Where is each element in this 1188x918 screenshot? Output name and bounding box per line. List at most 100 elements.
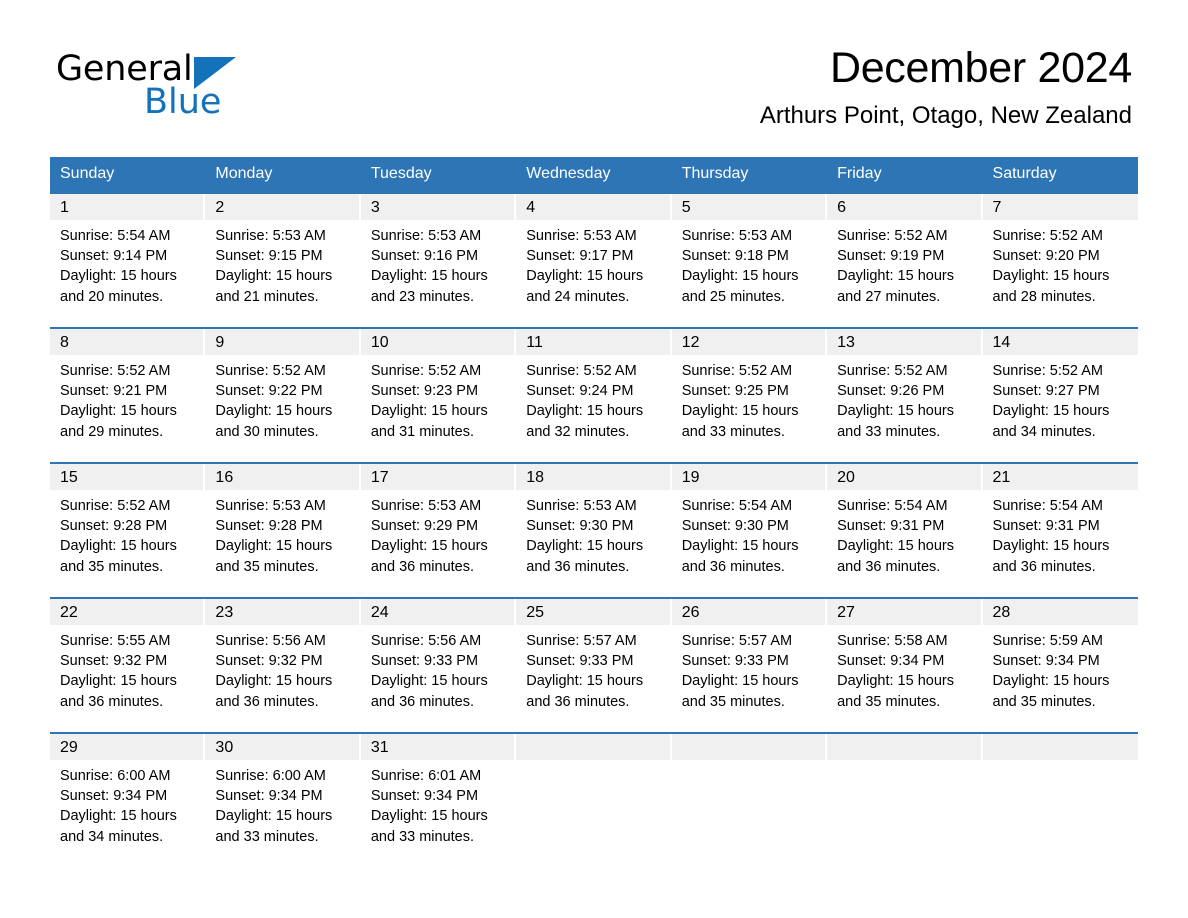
daylight-text-line2: and 36 minutes. <box>370 693 475 710</box>
day-cell[interactable]: 21 Sunrise: 5:54 AM Sunset: 9:31 PM Dayl… <box>982 462 1138 598</box>
sunset-text: Sunset: 9:21 PM <box>60 383 168 400</box>
day-cell[interactable]: 24 Sunrise: 5:56 AM Sunset: 9:33 PM Dayl… <box>360 597 517 733</box>
day-cell[interactable]: 20 Sunrise: 5:54 AM Sunset: 9:31 PM Dayl… <box>827 462 983 598</box>
day-details: Sunrise: 5:53 AM Sunset: 9:17 PM Dayligh… <box>516 220 671 307</box>
sunrise-text: Sunrise: 5:52 AM <box>837 228 948 244</box>
sunrise-text: Sunrise: 5:53 AM <box>215 228 326 244</box>
daylight-text-line2: and 36 minutes. <box>526 693 630 710</box>
sunset-text: Sunset: 9:34 PM <box>837 653 945 670</box>
day-cell[interactable]: 7 Sunrise: 5:52 AM Sunset: 9:20 PM Dayli… <box>982 192 1138 328</box>
sunset-text: Sunset: 9:22 PM <box>215 383 323 400</box>
sunrise-text: Sunrise: 5:59 AM <box>992 633 1103 649</box>
day-cell[interactable]: 29 Sunrise: 6:00 AM Sunset: 9:34 PM Dayl… <box>50 732 206 867</box>
day-number: 17 <box>360 464 517 490</box>
day-details: Sunrise: 6:01 AM Sunset: 9:34 PM Dayligh… <box>361 760 516 847</box>
sunset-text: Sunset: 9:27 PM <box>992 383 1100 400</box>
day-cell[interactable]: 9 Sunrise: 5:52 AM Sunset: 9:22 PM Dayli… <box>205 327 361 463</box>
day-number: 15 <box>50 464 206 490</box>
daylight-text-line2: and 33 minutes. <box>837 423 941 440</box>
daylight-text-line1: Daylight: 15 hours <box>837 673 954 690</box>
day-number: 9 <box>205 329 361 355</box>
day-number <box>982 734 1138 760</box>
daylight-text-line1: Daylight: 15 hours <box>837 538 954 555</box>
page-title: December 2024 <box>829 44 1132 92</box>
day-cell[interactable]: 12 Sunrise: 5:52 AM Sunset: 9:25 PM Dayl… <box>671 327 828 463</box>
daylight-text-line1: Daylight: 15 hours <box>60 538 177 555</box>
day-number: 1 <box>50 194 206 220</box>
day-cell[interactable]: 23 Sunrise: 5:56 AM Sunset: 9:32 PM Dayl… <box>205 597 361 733</box>
day-number: 21 <box>982 464 1138 490</box>
daylight-text-line1: Daylight: 15 hours <box>681 538 799 555</box>
day-cell[interactable]: 19 Sunrise: 5:54 AM Sunset: 9:30 PM Dayl… <box>671 462 828 598</box>
day-details: Sunrise: 5:53 AM Sunset: 9:30 PM Dayligh… <box>516 490 671 577</box>
sunset-text: Sunset: 9:26 PM <box>837 383 945 400</box>
page-subtitle: Arthurs Point, Otago, New Zealand <box>759 102 1132 130</box>
day-number: 22 <box>50 599 206 625</box>
day-cell[interactable]: 22 Sunrise: 5:55 AM Sunset: 9:32 PM Dayl… <box>50 597 206 733</box>
day-cell[interactable]: 11 Sunrise: 5:52 AM Sunset: 9:24 PM Dayl… <box>516 327 672 463</box>
sunrise-text: Sunrise: 5:52 AM <box>60 498 171 514</box>
sunset-text: Sunset: 9:34 PM <box>60 788 168 805</box>
daylight-text-line2: and 24 minutes. <box>526 288 630 305</box>
day-cell[interactable]: 25 Sunrise: 5:57 AM Sunset: 9:33 PM Dayl… <box>516 597 672 733</box>
sunrise-text: Sunrise: 6:00 AM <box>215 768 326 784</box>
sunrise-text: Sunrise: 6:00 AM <box>60 768 171 784</box>
day-cell[interactable]: 18 Sunrise: 5:53 AM Sunset: 9:30 PM Dayl… <box>516 462 672 598</box>
daylight-text-line2: and 36 minutes. <box>215 693 319 710</box>
day-cell[interactable]: 30 Sunrise: 6:00 AM Sunset: 9:34 PM Dayl… <box>205 732 361 867</box>
weekday-header-wednesday: Wednesday <box>516 157 672 193</box>
day-cell[interactable]: 10 Sunrise: 5:52 AM Sunset: 9:23 PM Dayl… <box>360 327 517 463</box>
day-cell[interactable]: 26 Sunrise: 5:57 AM Sunset: 9:33 PM Dayl… <box>671 597 828 733</box>
daylight-text-line1: Daylight: 15 hours <box>370 538 488 555</box>
day-cell[interactable]: 31 Sunrise: 6:01 AM Sunset: 9:34 PM Dayl… <box>360 732 517 867</box>
daylight-text-line1: Daylight: 15 hours <box>681 268 799 285</box>
day-cell[interactable]: 6 Sunrise: 5:52 AM Sunset: 9:19 PM Dayli… <box>827 192 983 328</box>
general-blue-logo: General Blue <box>56 52 316 132</box>
day-cell[interactable]: 17 Sunrise: 5:53 AM Sunset: 9:29 PM Dayl… <box>360 462 517 598</box>
sunrise-text: Sunrise: 5:52 AM <box>992 228 1103 244</box>
calendar-week-row: 8 Sunrise: 5:52 AM Sunset: 9:21 PM Dayli… <box>50 327 1138 463</box>
day-cell[interactable]: 5 Sunrise: 5:53 AM Sunset: 9:18 PM Dayli… <box>671 192 828 328</box>
daylight-text-line1: Daylight: 15 hours <box>992 538 1110 555</box>
page-header: General Blue December 2024 Arthurs Point… <box>0 0 1188 129</box>
day-cell[interactable]: 14 Sunrise: 5:52 AM Sunset: 9:27 PM Dayl… <box>982 327 1138 463</box>
calendar-week-row: 15 Sunrise: 5:52 AM Sunset: 9:28 PM Dayl… <box>50 462 1138 598</box>
day-number: 27 <box>827 599 983 625</box>
day-cell[interactable]: 8 Sunrise: 5:52 AM Sunset: 9:21 PM Dayli… <box>50 327 206 463</box>
day-cell[interactable]: 4 Sunrise: 5:53 AM Sunset: 9:17 PM Dayli… <box>516 192 672 328</box>
daylight-text-line1: Daylight: 15 hours <box>992 268 1110 285</box>
day-details: Sunrise: 5:53 AM Sunset: 9:18 PM Dayligh… <box>672 220 827 307</box>
day-details: Sunrise: 5:54 AM Sunset: 9:30 PM Dayligh… <box>672 490 827 577</box>
day-cell[interactable]: 27 Sunrise: 5:58 AM Sunset: 9:34 PM Dayl… <box>827 597 983 733</box>
daylight-text-line1: Daylight: 15 hours <box>215 538 333 555</box>
day-details: Sunrise: 5:54 AM Sunset: 9:31 PM Dayligh… <box>827 490 982 577</box>
day-cell[interactable]: 13 Sunrise: 5:52 AM Sunset: 9:26 PM Dayl… <box>827 327 983 463</box>
day-cell[interactable]: 15 Sunrise: 5:52 AM Sunset: 9:28 PM Dayl… <box>50 462 206 598</box>
day-cell-empty <box>982 732 1138 867</box>
day-cell[interactable]: 2 Sunrise: 5:53 AM Sunset: 9:15 PM Dayli… <box>205 192 361 328</box>
daylight-text-line2: and 35 minutes. <box>681 693 785 710</box>
sunrise-text: Sunrise: 5:56 AM <box>370 633 482 649</box>
sunset-text: Sunset: 9:34 PM <box>370 788 479 805</box>
daylight-text-line2: and 36 minutes. <box>526 558 630 575</box>
sunrise-text: Sunrise: 5:53 AM <box>681 228 793 244</box>
weekday-header-thursday: Thursday <box>671 157 828 193</box>
day-details: Sunrise: 5:58 AM Sunset: 9:34 PM Dayligh… <box>827 625 982 712</box>
day-details: Sunrise: 5:53 AM Sunset: 9:29 PM Dayligh… <box>361 490 516 577</box>
calendar-table: Sunday Monday Tuesday Wednesday Thursday… <box>50 157 1138 867</box>
sunset-text: Sunset: 9:33 PM <box>526 653 634 670</box>
sunrise-text: Sunrise: 5:54 AM <box>60 228 171 244</box>
daylight-text-line1: Daylight: 15 hours <box>60 673 177 690</box>
calendar-header-row: Sunday Monday Tuesday Wednesday Thursday… <box>50 157 1138 193</box>
day-details: Sunrise: 5:56 AM Sunset: 9:32 PM Dayligh… <box>205 625 360 712</box>
day-cell[interactable]: 3 Sunrise: 5:53 AM Sunset: 9:16 PM Dayli… <box>360 192 517 328</box>
day-number: 16 <box>205 464 361 490</box>
daylight-text-line1: Daylight: 15 hours <box>215 268 333 285</box>
day-cell[interactable]: 16 Sunrise: 5:53 AM Sunset: 9:28 PM Dayl… <box>205 462 361 598</box>
day-number: 12 <box>671 329 828 355</box>
day-cell[interactable]: 28 Sunrise: 5:59 AM Sunset: 9:34 PM Dayl… <box>982 597 1138 733</box>
daylight-text-line2: and 36 minutes. <box>370 558 475 575</box>
day-number: 3 <box>360 194 517 220</box>
triangle-icon <box>193 57 236 89</box>
day-cell[interactable]: 1 Sunrise: 5:54 AM Sunset: 9:14 PM Dayli… <box>50 192 206 328</box>
